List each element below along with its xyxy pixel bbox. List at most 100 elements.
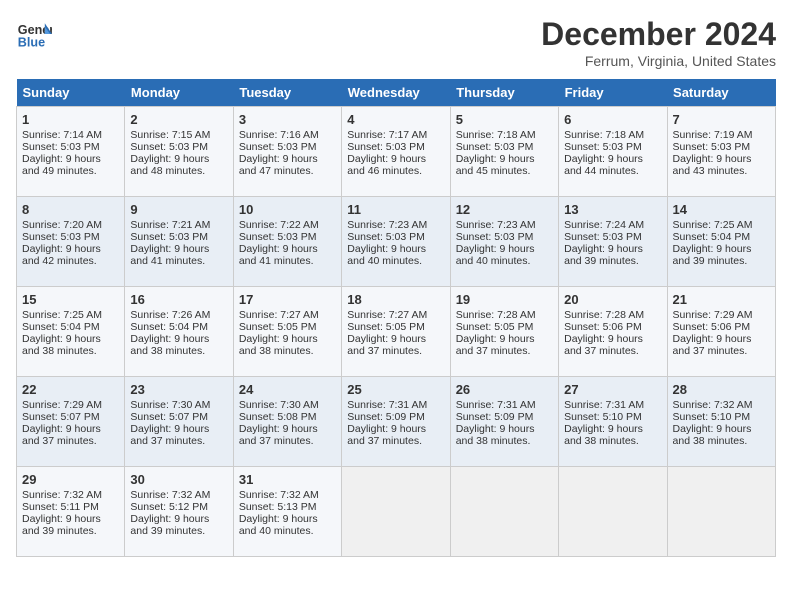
day-number: 21 bbox=[673, 292, 770, 307]
sunrise-text: Sunrise: 7:30 AM bbox=[239, 399, 336, 411]
sunset-text: Sunset: 5:03 PM bbox=[130, 141, 227, 153]
calendar-cell: 24Sunrise: 7:30 AMSunset: 5:08 PMDayligh… bbox=[233, 377, 341, 467]
calendar-cell: 18Sunrise: 7:27 AMSunset: 5:05 PMDayligh… bbox=[342, 287, 450, 377]
calendar-cell: 2Sunrise: 7:15 AMSunset: 5:03 PMDaylight… bbox=[125, 107, 233, 197]
sunset-text: Sunset: 5:11 PM bbox=[22, 501, 119, 513]
sunrise-text: Sunrise: 7:23 AM bbox=[456, 219, 553, 231]
sunrise-text: Sunrise: 7:27 AM bbox=[347, 309, 444, 321]
col-header-tuesday: Tuesday bbox=[233, 79, 341, 107]
day-number: 8 bbox=[22, 202, 119, 217]
sunrise-text: Sunrise: 7:18 AM bbox=[564, 129, 661, 141]
sunset-text: Sunset: 5:03 PM bbox=[347, 231, 444, 243]
sunset-text: Sunset: 5:07 PM bbox=[22, 411, 119, 423]
sunrise-text: Sunrise: 7:17 AM bbox=[347, 129, 444, 141]
header: General Blue December 2024 Ferrum, Virgi… bbox=[16, 16, 776, 69]
calendar-cell: 30Sunrise: 7:32 AMSunset: 5:12 PMDayligh… bbox=[125, 467, 233, 557]
daylight-text: Daylight: 9 hours and 39 minutes. bbox=[130, 513, 227, 537]
daylight-text: Daylight: 9 hours and 38 minutes. bbox=[456, 423, 553, 447]
month-title: December 2024 bbox=[541, 16, 776, 53]
svg-text:Blue: Blue bbox=[18, 36, 45, 50]
sunset-text: Sunset: 5:03 PM bbox=[564, 231, 661, 243]
day-number: 4 bbox=[347, 112, 444, 127]
sunset-text: Sunset: 5:10 PM bbox=[564, 411, 661, 423]
sunrise-text: Sunrise: 7:20 AM bbox=[22, 219, 119, 231]
calendar-cell: 5Sunrise: 7:18 AMSunset: 5:03 PMDaylight… bbox=[450, 107, 558, 197]
daylight-text: Daylight: 9 hours and 37 minutes. bbox=[347, 333, 444, 357]
sunset-text: Sunset: 5:06 PM bbox=[673, 321, 770, 333]
sunrise-text: Sunrise: 7:25 AM bbox=[22, 309, 119, 321]
col-header-wednesday: Wednesday bbox=[342, 79, 450, 107]
daylight-text: Daylight: 9 hours and 40 minutes. bbox=[456, 243, 553, 267]
day-number: 2 bbox=[130, 112, 227, 127]
sunrise-text: Sunrise: 7:29 AM bbox=[22, 399, 119, 411]
calendar-cell: 14Sunrise: 7:25 AMSunset: 5:04 PMDayligh… bbox=[667, 197, 775, 287]
day-number: 31 bbox=[239, 472, 336, 487]
sunrise-text: Sunrise: 7:32 AM bbox=[673, 399, 770, 411]
sunrise-text: Sunrise: 7:21 AM bbox=[130, 219, 227, 231]
sunset-text: Sunset: 5:03 PM bbox=[239, 141, 336, 153]
sunset-text: Sunset: 5:06 PM bbox=[564, 321, 661, 333]
daylight-text: Daylight: 9 hours and 46 minutes. bbox=[347, 153, 444, 177]
calendar-cell: 28Sunrise: 7:32 AMSunset: 5:10 PMDayligh… bbox=[667, 377, 775, 467]
daylight-text: Daylight: 9 hours and 41 minutes. bbox=[239, 243, 336, 267]
sunset-text: Sunset: 5:03 PM bbox=[239, 231, 336, 243]
day-number: 20 bbox=[564, 292, 661, 307]
day-number: 25 bbox=[347, 382, 444, 397]
daylight-text: Daylight: 9 hours and 40 minutes. bbox=[239, 513, 336, 537]
col-header-sunday: Sunday bbox=[17, 79, 125, 107]
sunset-text: Sunset: 5:10 PM bbox=[673, 411, 770, 423]
sunset-text: Sunset: 5:13 PM bbox=[239, 501, 336, 513]
calendar-cell: 21Sunrise: 7:29 AMSunset: 5:06 PMDayligh… bbox=[667, 287, 775, 377]
sunrise-text: Sunrise: 7:30 AM bbox=[130, 399, 227, 411]
sunrise-text: Sunrise: 7:31 AM bbox=[564, 399, 661, 411]
sunset-text: Sunset: 5:04 PM bbox=[130, 321, 227, 333]
calendar-cell: 29Sunrise: 7:32 AMSunset: 5:11 PMDayligh… bbox=[17, 467, 125, 557]
sunset-text: Sunset: 5:04 PM bbox=[673, 231, 770, 243]
day-number: 23 bbox=[130, 382, 227, 397]
calendar-table: SundayMondayTuesdayWednesdayThursdayFrid… bbox=[16, 79, 776, 557]
day-number: 5 bbox=[456, 112, 553, 127]
sunrise-text: Sunrise: 7:16 AM bbox=[239, 129, 336, 141]
calendar-cell: 8Sunrise: 7:20 AMSunset: 5:03 PMDaylight… bbox=[17, 197, 125, 287]
day-number: 3 bbox=[239, 112, 336, 127]
logo-icon: General Blue bbox=[16, 16, 52, 52]
sunrise-text: Sunrise: 7:23 AM bbox=[347, 219, 444, 231]
calendar-cell: 13Sunrise: 7:24 AMSunset: 5:03 PMDayligh… bbox=[559, 197, 667, 287]
daylight-text: Daylight: 9 hours and 39 minutes. bbox=[673, 243, 770, 267]
day-number: 10 bbox=[239, 202, 336, 217]
sunrise-text: Sunrise: 7:19 AM bbox=[673, 129, 770, 141]
calendar-cell: 1Sunrise: 7:14 AMSunset: 5:03 PMDaylight… bbox=[17, 107, 125, 197]
day-number: 6 bbox=[564, 112, 661, 127]
daylight-text: Daylight: 9 hours and 43 minutes. bbox=[673, 153, 770, 177]
daylight-text: Daylight: 9 hours and 47 minutes. bbox=[239, 153, 336, 177]
sunrise-text: Sunrise: 7:18 AM bbox=[456, 129, 553, 141]
sunset-text: Sunset: 5:12 PM bbox=[130, 501, 227, 513]
day-number: 7 bbox=[673, 112, 770, 127]
day-number: 16 bbox=[130, 292, 227, 307]
daylight-text: Daylight: 9 hours and 37 minutes. bbox=[456, 333, 553, 357]
col-header-friday: Friday bbox=[559, 79, 667, 107]
day-number: 27 bbox=[564, 382, 661, 397]
daylight-text: Daylight: 9 hours and 37 minutes. bbox=[22, 423, 119, 447]
daylight-text: Daylight: 9 hours and 42 minutes. bbox=[22, 243, 119, 267]
col-header-saturday: Saturday bbox=[667, 79, 775, 107]
daylight-text: Daylight: 9 hours and 38 minutes. bbox=[22, 333, 119, 357]
calendar-cell: 9Sunrise: 7:21 AMSunset: 5:03 PMDaylight… bbox=[125, 197, 233, 287]
day-number: 11 bbox=[347, 202, 444, 217]
day-number: 29 bbox=[22, 472, 119, 487]
daylight-text: Daylight: 9 hours and 37 minutes. bbox=[347, 423, 444, 447]
sunset-text: Sunset: 5:05 PM bbox=[456, 321, 553, 333]
sunset-text: Sunset: 5:08 PM bbox=[239, 411, 336, 423]
calendar-cell: 15Sunrise: 7:25 AMSunset: 5:04 PMDayligh… bbox=[17, 287, 125, 377]
sunrise-text: Sunrise: 7:29 AM bbox=[673, 309, 770, 321]
daylight-text: Daylight: 9 hours and 39 minutes. bbox=[22, 513, 119, 537]
calendar-cell: 3 Sunrise: 7:16 AMSunset: 5:03 PMDaylight… bbox=[233, 107, 341, 197]
calendar-cell bbox=[342, 467, 450, 557]
daylight-text: Daylight: 9 hours and 48 minutes. bbox=[130, 153, 227, 177]
sunset-text: Sunset: 5:05 PM bbox=[239, 321, 336, 333]
col-header-thursday: Thursday bbox=[450, 79, 558, 107]
sunrise-text: Sunrise: 7:31 AM bbox=[456, 399, 553, 411]
daylight-text: Daylight: 9 hours and 44 minutes. bbox=[564, 153, 661, 177]
sunrise-text: Sunrise: 7:31 AM bbox=[347, 399, 444, 411]
sunset-text: Sunset: 5:03 PM bbox=[673, 141, 770, 153]
